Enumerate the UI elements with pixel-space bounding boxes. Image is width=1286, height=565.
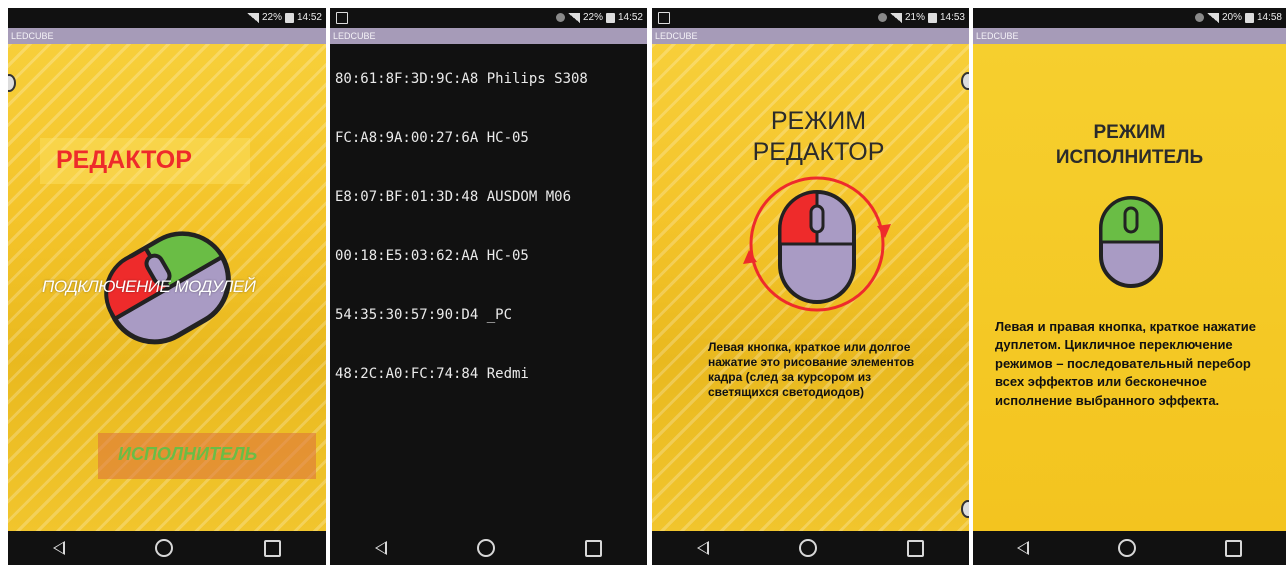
home-icon[interactable] — [1117, 539, 1136, 557]
status-bar: 22% 14:52 — [8, 8, 326, 28]
mode-title-line1: РЕЖИМ — [770, 107, 867, 135]
nav-bar — [652, 531, 969, 565]
mode-title-line1: РЕЖИМ — [1093, 122, 1166, 143]
screen-main-menu: 22% 14:52 LEDCUBE РЕДАКТОР ПОДКЛЮЧЕНИЕ М… — [8, 8, 326, 565]
editor-button-label: РЕДАКТОР — [56, 146, 192, 174]
globe-icon — [555, 13, 565, 22]
globe-icon — [877, 13, 887, 22]
mouse-icon — [1099, 196, 1163, 288]
back-icon[interactable] — [1017, 541, 1030, 555]
status-bar: 20% 14:58 — [973, 8, 1286, 28]
clock: 14:52 — [617, 12, 643, 23]
home-icon[interactable] — [477, 539, 495, 557]
status-bar: 22% 14:52 — [330, 8, 647, 28]
app-title: LEDCUBE — [330, 28, 647, 44]
list-item[interactable]: FC:A8:9A:00:27:6A HC-05 — [335, 130, 529, 146]
battery-percent: 20% — [1221, 12, 1242, 23]
home-icon[interactable] — [799, 539, 817, 557]
editor-button[interactable]: РЕДАКТОР — [40, 138, 250, 184]
battery-icon — [1244, 12, 1254, 23]
recent-apps-icon[interactable] — [907, 539, 924, 557]
recent-apps-icon[interactable] — [585, 539, 602, 557]
connect-modules-button[interactable]: ПОДКЛЮЧЕНИЕ МОДУЛЕЙ — [28, 274, 318, 302]
list-item[interactable]: E8:07:BF:01:3D:48 AUSDOM M06 — [335, 189, 571, 205]
signal-icon — [889, 12, 902, 23]
executor-button[interactable]: ИСПОЛНИТЕЛЬ — [98, 433, 316, 479]
signal-icon — [246, 12, 259, 23]
battery-percent: 21% — [904, 12, 925, 23]
connect-modules-label: ПОДКЛЮЧЕНИЕ МОДУЛЕЙ — [42, 277, 256, 296]
editor-mode-background: РЕЖИМ РЕДАКТОР Левая кнопка, краткое или… — [652, 44, 969, 531]
screen-executor-mode: 20% 14:58 LEDCUBE РЕЖИМ ИСПОЛНИТЕЛЬ Лева… — [973, 8, 1286, 565]
device-list: 80:61:8F:3D:9C:A8 Philips S308 FC:A8:9A:… — [330, 44, 647, 531]
mode-description: Левая и правая кнопка, краткое нажатие д… — [995, 319, 1257, 408]
list-item[interactable]: 80:61:8F:3D:9C:A8 Philips S308 — [335, 71, 588, 87]
clock: 14:53 — [939, 12, 965, 23]
battery-icon — [605, 12, 615, 23]
battery-icon — [284, 12, 294, 23]
bolt-bottom-right-icon — [961, 500, 969, 518]
clock: 14:58 — [1256, 12, 1282, 23]
nav-bar — [973, 531, 1286, 565]
recent-apps-icon[interactable] — [1224, 539, 1242, 557]
back-icon[interactable] — [53, 541, 66, 555]
gallery-notification-icon — [336, 12, 348, 24]
mouse-rotate-icon — [743, 176, 891, 312]
app-title: LEDCUBE — [652, 28, 969, 44]
screen-editor-mode: 21% 14:53 LEDCUBE РЕЖИМ РЕДАКТОР Левая к… — [652, 8, 969, 565]
status-bar: 21% 14:53 — [652, 8, 969, 28]
battery-percent: 22% — [582, 12, 603, 23]
home-icon[interactable] — [155, 539, 174, 557]
mode-description: Левая кнопка, краткое или долгое нажатие… — [708, 340, 915, 399]
mode-title-line2: ИСПОЛНИТЕЛЬ — [1055, 147, 1204, 168]
battery-icon — [927, 12, 937, 23]
back-icon[interactable] — [697, 541, 709, 555]
screen-device-list: 22% 14:52 LEDCUBE 80:61:8F:3D:9C:A8 Phil… — [330, 8, 647, 565]
list-item[interactable]: 54:35:30:57:90:D4 _PC — [335, 307, 512, 323]
executor-button-label: ИСПОЛНИТЕЛЬ — [118, 444, 258, 464]
signal-icon — [1206, 12, 1219, 23]
main-menu-background: РЕДАКТОР ПОДКЛЮЧЕНИЕ МОДУЛЕЙ ИСПОЛНИТЕЛЬ — [8, 44, 326, 531]
mode-title-line2: РЕДАКТОР — [752, 138, 885, 166]
nav-bar — [330, 531, 647, 565]
back-icon[interactable] — [375, 541, 387, 555]
list-item[interactable]: 00:18:E5:03:62:AA HC-05 — [335, 248, 529, 264]
nav-bar — [8, 531, 326, 565]
clock: 14:52 — [296, 12, 322, 23]
app-title: LEDCUBE — [973, 28, 1286, 44]
gallery-notification-icon — [658, 12, 670, 24]
bolt-left-icon — [8, 74, 16, 92]
battery-percent: 22% — [261, 12, 282, 23]
signal-icon — [567, 12, 580, 23]
recent-apps-icon[interactable] — [263, 539, 281, 557]
app-title: LEDCUBE — [8, 28, 326, 44]
globe-icon — [1194, 13, 1204, 22]
list-item[interactable]: 48:2C:A0:FC:74:84 Redmi — [335, 366, 529, 382]
bolt-right-icon — [961, 72, 969, 90]
executor-mode-background: РЕЖИМ ИСПОЛНИТЕЛЬ Левая и правая кнопка,… — [973, 44, 1286, 531]
